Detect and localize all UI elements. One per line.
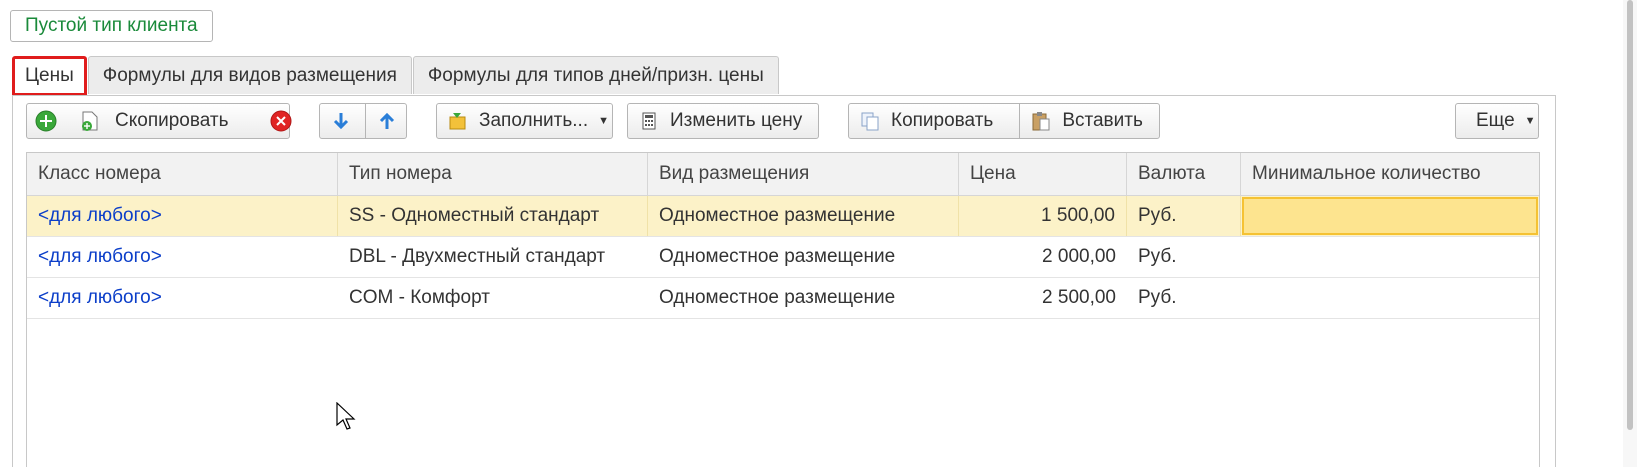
table-row[interactable]: <для любого> COM - Комфорт Одноместное р…	[27, 278, 1539, 319]
toolbar: Скопировать Заполнить... ▼ Изменить цену	[26, 103, 1637, 139]
cell-placement[interactable]: Одноместное размещение	[648, 237, 959, 277]
column-header[interactable]: Класс номера	[27, 153, 338, 195]
separator	[365, 103, 366, 139]
table-header: Класс номера Тип номера Вид размещения Ц…	[27, 153, 1539, 196]
paste-button[interactable]: Вставить	[1062, 110, 1143, 132]
tab-prices[interactable]: Цены	[12, 56, 87, 96]
cell-price[interactable]: 2 500,00	[959, 278, 1127, 318]
row-actions-group: Скопировать	[26, 103, 292, 139]
copy-icon	[859, 110, 881, 132]
prices-table: Класс номера Тип номера Вид размещения Ц…	[26, 152, 1540, 467]
cell-room-class[interactable]: <для любого>	[27, 237, 338, 277]
table-row[interactable]: <для любого> DBL - Двухместный стандарт …	[27, 237, 1539, 278]
tab-day-type-formulas-label: Формулы для типов дней/призн. цены	[427, 64, 764, 86]
cell-room-class[interactable]: <для любого>	[27, 196, 338, 236]
vertical-scrollbar[interactable]	[1623, 0, 1637, 467]
delete-icon[interactable]	[270, 110, 292, 132]
move-up-icon[interactable]	[376, 110, 398, 132]
dropdown-caret-icon: ▼	[598, 115, 610, 127]
cell-room-type[interactable]: SS - Одноместный стандарт	[338, 196, 648, 236]
tab-day-type-formulas[interactable]: Формулы для типов дней/призн. цены	[412, 56, 779, 94]
tab-prices-label: Цены	[25, 65, 74, 86]
more-label: Еще	[1476, 110, 1515, 131]
change-price-label: Изменить цену	[670, 110, 803, 131]
copy-row-icon	[79, 110, 101, 132]
cell-currency[interactable]: Руб.	[1127, 237, 1241, 277]
cell-min-quantity[interactable]	[1241, 237, 1539, 277]
column-header[interactable]: Минимальное количество	[1241, 153, 1539, 195]
move-group	[319, 103, 407, 139]
move-down-icon[interactable]	[330, 110, 352, 132]
fill-icon	[447, 110, 469, 132]
add-icon[interactable]	[35, 110, 57, 132]
separator	[1019, 103, 1021, 139]
fill-label: Заполнить...	[479, 110, 589, 131]
paste-icon	[1030, 110, 1052, 132]
column-header[interactable]: Цена	[959, 153, 1127, 195]
empty-client-type-button[interactable]: Пустой тип клиента	[10, 10, 213, 42]
cell-currency[interactable]: Руб.	[1127, 278, 1241, 318]
scrollbar-thumb[interactable]	[1627, 0, 1633, 430]
cell-min-quantity[interactable]	[1241, 278, 1539, 318]
dropdown-caret-icon: ▼	[1524, 115, 1536, 127]
clipboard-group: Копировать Вставить	[848, 103, 1160, 139]
cell-price[interactable]: 2 000,00	[959, 237, 1127, 277]
calculator-icon	[638, 110, 660, 132]
tab-placement-formulas-label: Формулы для видов размещения	[102, 64, 397, 86]
cell-price[interactable]: 1 500,00	[959, 196, 1127, 236]
column-header[interactable]: Вид размещения	[648, 153, 959, 195]
cell-room-type[interactable]: DBL - Двухместный стандарт	[338, 237, 648, 277]
column-header[interactable]: Валюта	[1127, 153, 1241, 195]
more-button[interactable]: Еще ▼	[1455, 103, 1539, 139]
cell-room-type[interactable]: COM - Комфорт	[338, 278, 648, 318]
mouse-pointer-icon	[336, 401, 356, 436]
tab-placement-formulas[interactable]: Формулы для видов размещения	[87, 56, 412, 94]
empty-client-type-label: Пустой тип клиента	[25, 15, 198, 36]
cell-placement[interactable]: Одноместное размещение	[648, 196, 959, 236]
cell-placement[interactable]: Одноместное размещение	[648, 278, 959, 318]
cell-currency[interactable]: Руб.	[1127, 196, 1241, 236]
copy-button[interactable]: Копировать	[891, 110, 993, 132]
fill-button[interactable]: Заполнить... ▼	[436, 103, 613, 139]
change-price-button[interactable]: Изменить цену	[627, 103, 819, 139]
copy-row-button[interactable]: Скопировать	[115, 110, 228, 132]
table-row[interactable]: <для любого> SS - Одноместный стандарт О…	[27, 196, 1539, 237]
cell-min-quantity[interactable]	[1242, 197, 1538, 235]
cell-room-class[interactable]: <для любого>	[27, 278, 338, 318]
column-header[interactable]: Тип номера	[338, 153, 648, 195]
tab-bar: Цены Формулы для видов размещения Формул…	[12, 56, 780, 96]
